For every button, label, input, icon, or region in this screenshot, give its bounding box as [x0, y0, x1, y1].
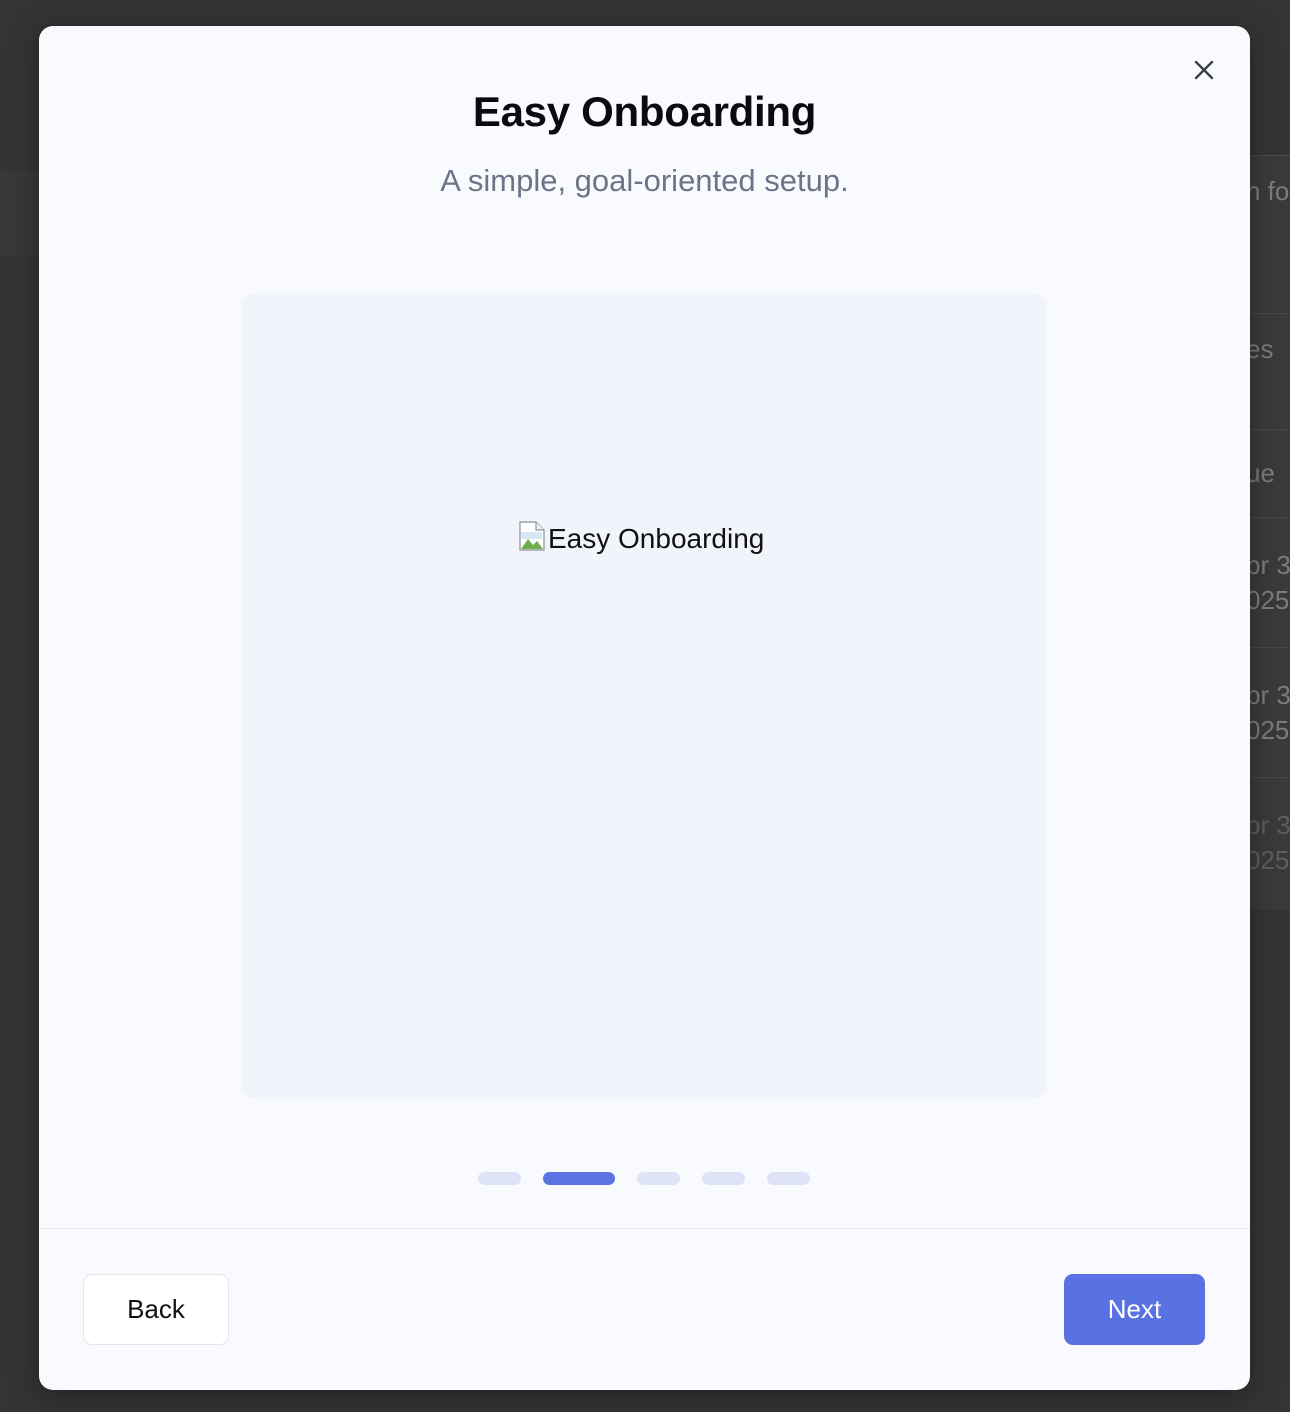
- step-dot[interactable]: [478, 1172, 521, 1185]
- step-dot-active[interactable]: [543, 1172, 615, 1185]
- background-row-text: pr 3 025: [1246, 680, 1290, 745]
- close-button[interactable]: [1186, 52, 1222, 88]
- next-button[interactable]: Next: [1064, 1274, 1205, 1345]
- step-dot[interactable]: [702, 1172, 745, 1185]
- modal-title: Easy Onboarding: [472, 88, 817, 135]
- close-icon: [1194, 60, 1214, 80]
- background-left-strip: [0, 170, 40, 255]
- step-dot[interactable]: [767, 1172, 810, 1185]
- onboarding-image-container: Easy Onboarding: [241, 293, 1047, 1099]
- background-row-text: pr 3 025: [1246, 810, 1290, 875]
- footer-divider: [39, 1228, 1250, 1229]
- onboarding-image: Easy Onboarding: [518, 521, 765, 555]
- modal-subtitle: A simple, goal-oriented setup.: [440, 163, 849, 198]
- background-row-text: es: [1246, 334, 1274, 364]
- background-row-text: h fo: [1246, 176, 1290, 206]
- back-button[interactable]: Back: [83, 1274, 229, 1345]
- background-row-text: ue: [1246, 458, 1275, 488]
- background-row-text: pr 3 025: [1246, 550, 1290, 615]
- step-indicator: [478, 1172, 810, 1185]
- onboarding-modal: Easy Onboarding A simple, goal-oriented …: [39, 26, 1250, 1390]
- image-alt-text: Easy Onboarding: [548, 523, 765, 554]
- step-dot[interactable]: [637, 1172, 680, 1185]
- broken-image-icon: [519, 521, 545, 551]
